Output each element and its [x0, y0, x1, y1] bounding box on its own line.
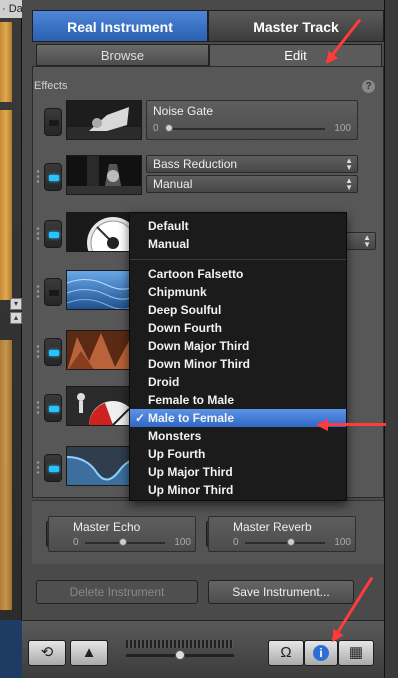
effect-toggle[interactable]	[44, 220, 62, 248]
volume-knob[interactable]	[175, 650, 185, 660]
info-icon: i	[313, 645, 329, 661]
menu-item-manual[interactable]: Manual	[130, 235, 346, 253]
effect-row-bass-reduction: Bass Reduction ▲ ▼ Manual ▲ ▼	[30, 155, 360, 201]
media-browser-icon[interactable]: ▦	[338, 640, 374, 666]
menu-item[interactable]: Up Major Third	[130, 463, 346, 481]
master-echo-slider[interactable]: 0 100	[73, 537, 191, 549]
popup-arrows-icon: ▲ ▼	[345, 176, 353, 192]
level-meter	[126, 640, 234, 648]
effect-control-box: Noise Gate 0 100	[146, 100, 358, 140]
delete-instrument-button[interactable]: Delete Instrument	[36, 580, 198, 604]
slider-knob[interactable]	[286, 538, 295, 546]
drag-handle-icon[interactable]	[36, 460, 40, 476]
noise-gate-slider[interactable]: 0 100	[153, 123, 351, 135]
master-reverb-slider[interactable]: 0 100	[233, 537, 351, 549]
menu-separator	[130, 259, 346, 260]
menu-item[interactable]: Up Minor Third	[130, 481, 346, 499]
track-info-button[interactable]: i	[304, 640, 338, 666]
metronome-icon[interactable]: ▲	[70, 640, 108, 666]
effect-preset-popup[interactable]: Manual ▲ ▼	[146, 175, 358, 193]
menu-item-label: Male to Female	[148, 411, 235, 425]
slider-min: 0	[73, 537, 79, 548]
popup-arrows-icon: ▲ ▼	[345, 156, 353, 172]
slider-max: 100	[334, 537, 351, 548]
menu-item[interactable]: Down Minor Third	[130, 355, 346, 373]
led-indicator	[49, 290, 59, 296]
tab-edit[interactable]: Edit	[209, 44, 382, 66]
tuner-icon[interactable]: Ω	[268, 640, 304, 666]
master-reverb-label: Master Reverb	[233, 520, 312, 534]
menu-item[interactable]: Cartoon Falsetto	[130, 265, 346, 283]
bass-reduction-icon	[66, 155, 142, 195]
menu-item[interactable]: Female to Male	[130, 391, 346, 409]
led-indicator	[49, 466, 59, 472]
menu-item[interactable]: Down Major Third	[130, 337, 346, 355]
track-region	[0, 340, 12, 610]
slider-max: 100	[334, 123, 351, 134]
drag-handle-icon[interactable]	[36, 400, 40, 416]
main-window-edge: · Dar ▾ ▴	[0, 0, 22, 678]
annotation-arrow	[318, 423, 386, 426]
save-instrument-button[interactable]: Save Instrument...	[208, 580, 354, 604]
effect-name: Noise Gate	[153, 104, 214, 118]
drag-handle-icon[interactable]	[36, 284, 40, 300]
window-edge	[384, 0, 398, 678]
menu-item[interactable]: Deep Soulful	[130, 301, 346, 319]
master-reverb-control: Master Reverb 0 100	[208, 516, 356, 552]
effect-toggle[interactable]	[44, 278, 62, 306]
instrument-tabs: Real Instrument Master Track	[32, 10, 384, 42]
drag-handle-icon[interactable]	[36, 169, 40, 185]
menu-item-selected[interactable]: ✓ Male to Female	[130, 409, 346, 427]
master-volume	[126, 640, 234, 662]
master-echo-label: Master Echo	[73, 520, 141, 534]
effect-name: Bass Reduction	[153, 157, 238, 171]
effects-heading: Effects	[34, 80, 68, 92]
master-echo-control: Master Echo 0 100	[48, 516, 196, 552]
slider-min: 0	[233, 537, 239, 548]
menu-item[interactable]: Chipmunk	[130, 283, 346, 301]
effect-toggle[interactable]	[44, 394, 62, 422]
led-indicator	[49, 350, 59, 356]
popup-arrows-icon: ▲ ▼	[363, 233, 371, 249]
effect-toggle[interactable]	[44, 108, 62, 136]
effect-toggle[interactable]	[44, 454, 62, 482]
effect-row-noise-gate: Noise Gate 0 100	[30, 100, 360, 146]
tab-real-instrument[interactable]: Real Instrument	[32, 10, 208, 42]
noise-gate-icon	[66, 100, 142, 140]
scroll-up-icon[interactable]: ▴	[10, 312, 22, 324]
menu-item[interactable]: Droid	[130, 373, 346, 391]
led-indicator	[49, 175, 59, 181]
slider-knob[interactable]	[165, 124, 173, 132]
effect-type-popup[interactable]: Bass Reduction ▲ ▼	[146, 155, 358, 173]
slider-track[interactable]	[245, 542, 325, 544]
track-region	[0, 22, 12, 102]
menu-item[interactable]: Monsters	[130, 427, 346, 445]
slider-max: 100	[174, 537, 191, 548]
window-title-fragment: · Dar	[0, 0, 22, 18]
menu-item[interactable]: Down Fourth	[130, 319, 346, 337]
tab-master-track[interactable]: Master Track	[208, 10, 384, 42]
effect-preset: Manual	[153, 177, 193, 191]
slider-min: 0	[153, 123, 159, 134]
track-region	[0, 620, 22, 678]
drag-handle-icon[interactable]	[36, 226, 40, 242]
preset-dropdown-menu: Default Manual Cartoon Falsetto Chipmunk…	[129, 212, 347, 501]
menu-item-default[interactable]: Default	[130, 217, 346, 235]
menu-item[interactable]: Up Fourth	[130, 445, 346, 463]
drag-handle-icon[interactable]	[36, 344, 40, 360]
tab-browse[interactable]: Browse	[36, 44, 209, 66]
loop-icon[interactable]: ⟲	[28, 640, 66, 666]
led-indicator	[49, 232, 59, 238]
led-indicator	[49, 120, 59, 126]
help-icon[interactable]: ?	[362, 80, 375, 93]
scroll-down-icon[interactable]: ▾	[10, 298, 22, 310]
led-indicator	[49, 406, 59, 412]
track-region	[0, 110, 12, 300]
checkmark-icon: ✓	[135, 411, 146, 425]
effect-toggle[interactable]	[44, 338, 62, 366]
slider-knob[interactable]	[119, 538, 128, 546]
effect-toggle[interactable]	[44, 163, 62, 191]
slider-track[interactable]	[165, 128, 325, 130]
